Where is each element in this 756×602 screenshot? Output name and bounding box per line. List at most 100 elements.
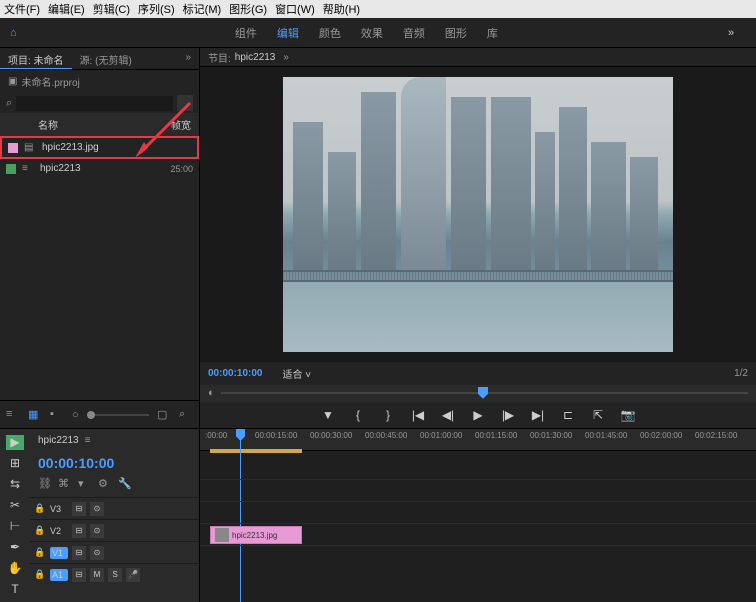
timeline-tab[interactable]: hpic2213 <box>38 435 79 446</box>
toggle-output-icon[interactable]: ⊟ <box>72 568 86 582</box>
ruler-tick: 00:01:15:00 <box>475 431 517 440</box>
ws-tab-assembly[interactable]: 组件 <box>235 25 257 41</box>
timeline-tracks-area[interactable]: :00:00 00:00:15:00 00:00:30:00 00:00:45:… <box>200 429 756 602</box>
marker-opt-icon[interactable]: ▾ <box>78 477 92 491</box>
work-area-bar[interactable] <box>210 449 302 453</box>
program-ruler[interactable]: ◐ <box>200 385 756 402</box>
project-more[interactable]: » <box>177 48 199 69</box>
track-select-tool[interactable]: ⊞ <box>6 456 24 471</box>
track-lane-a1[interactable] <box>200 545 756 567</box>
mute-icon[interactable]: M <box>90 568 104 582</box>
slip-tool[interactable]: ⊢ <box>6 519 24 534</box>
zoom-fit[interactable]: 适合 ˅ <box>282 366 311 381</box>
camera-icon[interactable]: 📷 <box>619 406 637 424</box>
list-view-icon[interactable]: ≡ <box>6 408 20 422</box>
select-tool[interactable]: ▶ <box>6 435 24 450</box>
image-icon: ▤ <box>24 142 38 153</box>
toggle-sync-icon[interactable]: ⊙ <box>90 546 104 560</box>
toggle-output-icon[interactable]: ⊟ <box>72 502 86 516</box>
ws-tab-color[interactable]: 颜色 <box>319 25 341 41</box>
program-panel: 节目: hpic2213 » 00:00:10:00 适合 ˅ 1/2 ◐ <box>200 48 756 428</box>
hand-tool[interactable]: ✋ <box>6 560 24 575</box>
source-tab[interactable]: 源: (无剪辑) <box>72 48 140 69</box>
toggle-sync-icon[interactable]: ⊙ <box>90 524 104 538</box>
track-lane-v3[interactable] <box>200 479 756 501</box>
menu-clip[interactable]: 剪辑(C) <box>93 1 130 17</box>
track-row[interactable]: 🔒 V2 ⊟ ⊙ <box>30 519 199 541</box>
menu-file[interactable]: 文件(F) <box>4 1 40 17</box>
out-bracket-icon[interactable]: } <box>379 406 397 424</box>
snap-icon[interactable]: ⛓ <box>38 477 52 491</box>
go-end-icon[interactable]: ▶| <box>529 406 547 424</box>
track-lane-v2[interactable] <box>200 501 756 523</box>
track-row[interactable]: 🔒 V1 ⊟ ⊙ <box>30 541 199 563</box>
lock-icon[interactable]: 🔒 <box>34 569 46 580</box>
lift-icon[interactable]: ⊏ <box>559 406 577 424</box>
pen-tool[interactable]: ✒ <box>6 539 24 554</box>
step-fwd-icon[interactable]: |▶ <box>499 406 517 424</box>
in-bracket-icon[interactable]: { <box>349 406 367 424</box>
ws-more[interactable]: » <box>716 27 746 39</box>
link-icon[interactable]: ⌘ <box>58 477 72 491</box>
settings-icon[interactable]: ⚙ <box>98 477 112 491</box>
toggle-output-icon[interactable]: ⊟ <box>72 524 86 538</box>
project-tab[interactable]: 项目: 未命名 <box>0 48 72 69</box>
workspace-bar: ⌂ 组件 编辑 颜色 效果 音频 图形 库 » <box>0 18 756 48</box>
icon-view-icon[interactable]: ▦ <box>28 408 42 422</box>
go-start-icon[interactable]: |◀ <box>409 406 427 424</box>
track-row[interactable]: 🔒 V3 ⊟ ⊙ <box>30 497 199 519</box>
menu-graphics[interactable]: 图形(G) <box>229 1 267 17</box>
ws-tab-effects[interactable]: 效果 <box>361 25 383 41</box>
toggle-output-icon[interactable]: ⊟ <box>72 546 86 560</box>
play-icon[interactable]: ▶ <box>469 406 487 424</box>
ws-tab-graphics[interactable]: 图形 <box>445 25 467 41</box>
time-ruler[interactable]: :00:00 00:00:15:00 00:00:30:00 00:00:45:… <box>200 429 756 451</box>
home-icon[interactable]: ⌂ <box>10 27 17 39</box>
lock-icon[interactable]: 🔒 <box>34 503 46 514</box>
ruler-tick: 00:01:45:00 <box>585 431 627 440</box>
preview-area[interactable] <box>200 67 756 362</box>
voice-icon[interactable]: 🎤 <box>126 568 140 582</box>
wrench-icon[interactable]: 🔧 <box>118 477 132 491</box>
annotation-arrow-icon <box>130 98 200 168</box>
ws-tab-library[interactable]: 库 <box>487 25 498 41</box>
menu-help[interactable]: 帮助(H) <box>323 1 360 17</box>
track-name[interactable]: V3 <box>50 504 68 514</box>
clip-name: hpic2213.jpg <box>232 531 277 540</box>
solo-icon[interactable]: S <box>108 568 122 582</box>
program-timecode[interactable]: 00:00:10:00 <box>208 368 262 379</box>
razor-tool[interactable]: ✂ <box>6 498 24 513</box>
program-more[interactable]: » <box>283 52 289 63</box>
lock-icon[interactable]: 🔒 <box>34 525 46 536</box>
zoom-slider[interactable] <box>87 414 149 416</box>
step-back-icon[interactable]: ◀| <box>439 406 457 424</box>
type-tool[interactable]: T <box>6 581 24 596</box>
ripple-tool[interactable]: ⇆ <box>6 477 24 492</box>
menu-sequence[interactable]: 序列(S) <box>138 1 175 17</box>
ws-tab-audio[interactable]: 音频 <box>403 25 425 41</box>
playhead-icon[interactable] <box>478 387 488 399</box>
track-name[interactable]: A1 <box>50 569 68 581</box>
track-name[interactable]: V1 <box>50 547 68 559</box>
ruler-tick: 00:02:00:00 <box>640 431 682 440</box>
ws-tab-editing[interactable]: 编辑 <box>277 25 299 41</box>
menu-window[interactable]: 窗口(W) <box>275 1 315 17</box>
track-lane-v1[interactable]: hpic2213.jpg <box>200 523 756 545</box>
marker-icon[interactable]: ▼ <box>319 406 337 424</box>
timeline-more[interactable]: ≡ <box>85 435 91 446</box>
menu-mark[interactable]: 标记(M) <box>183 1 222 17</box>
export-icon[interactable]: ⇱ <box>589 406 607 424</box>
timeline-panel: ▶ ⊞ ⇆ ✂ ⊢ ✒ ✋ T hpic2213 ≡ 00:00:10:00 ⛓… <box>0 428 756 602</box>
resolution-half[interactable]: 1/2 <box>734 368 748 379</box>
track-row[interactable]: 🔒 A1 ⊟ M S 🎤 <box>30 563 199 585</box>
search-btn-icon[interactable]: ⌕ <box>179 408 193 422</box>
freeform-icon[interactable]: ▪ <box>50 408 64 422</box>
new-bin-icon[interactable]: ▢ <box>157 408 171 422</box>
timeline-timecode[interactable]: 00:00:10:00 <box>30 451 199 475</box>
toggle-sync-icon[interactable]: ⊙ <box>90 502 104 516</box>
timeline-clip[interactable]: hpic2213.jpg <box>210 526 302 544</box>
track-name[interactable]: V2 <box>50 526 68 536</box>
lock-icon[interactable]: 🔒 <box>34 547 46 558</box>
program-tab-name[interactable]: hpic2213 <box>235 52 276 63</box>
menu-edit[interactable]: 编辑(E) <box>48 1 85 17</box>
